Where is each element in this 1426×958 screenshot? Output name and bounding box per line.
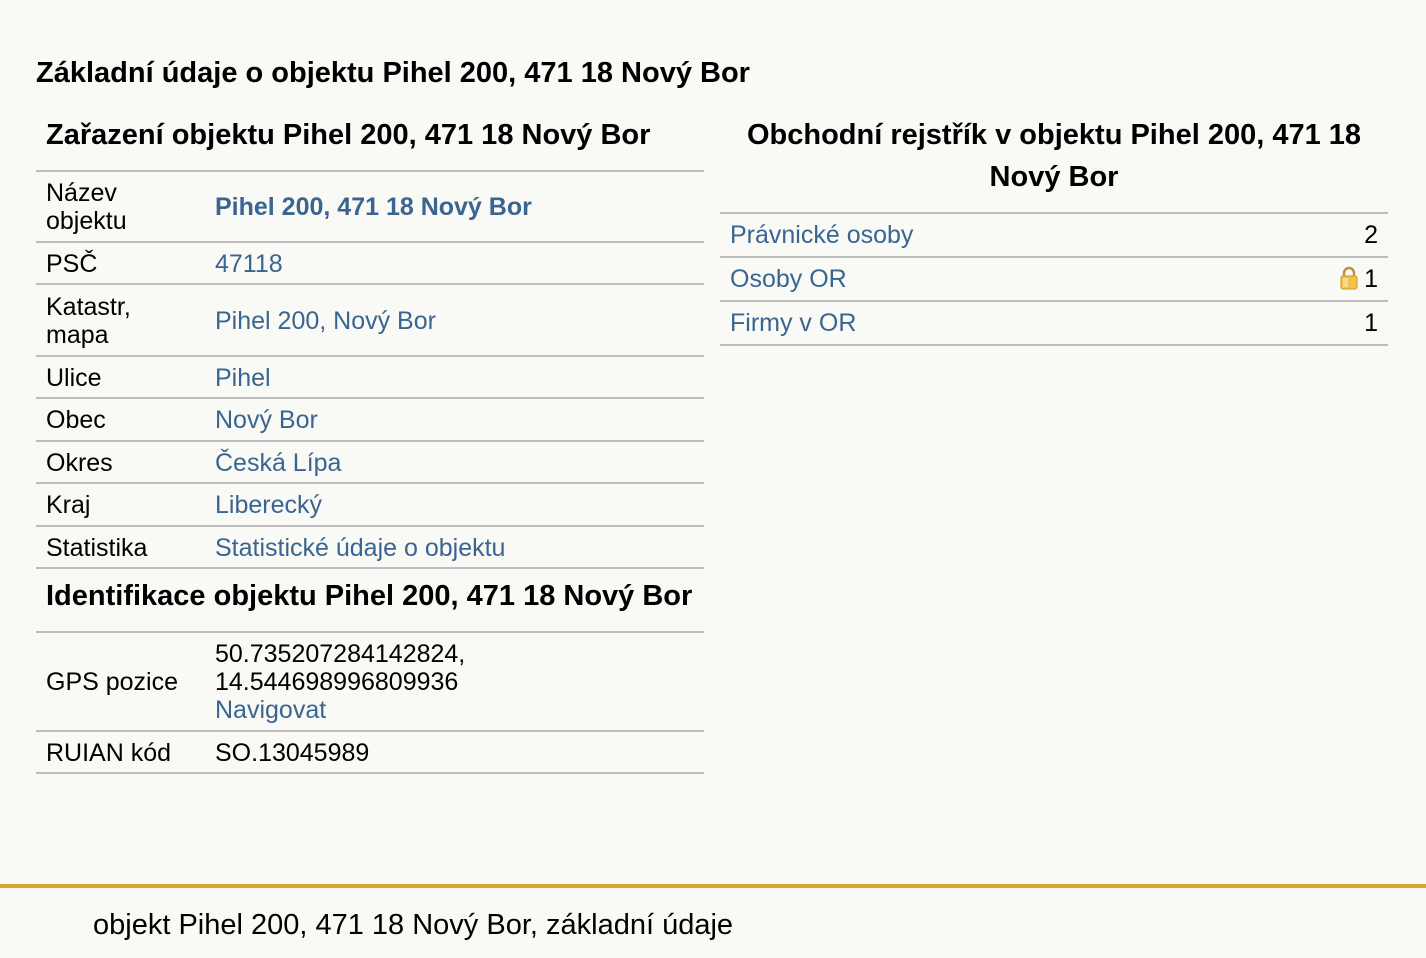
page-title: Základní údaje o objektu Pihel 200, 471 … [36, 57, 750, 89]
persons-or-count-cell: 1 [1248, 257, 1388, 302]
gps-latitude: 50.735207284142824, [215, 640, 466, 668]
table-row: Okres Česká Lípa [36, 441, 704, 484]
legal-entities-link[interactable]: Právnické osoby [730, 221, 913, 249]
gps-longitude: 14.544698996809936 [215, 668, 459, 696]
table-row: Firmy v OR 1 [720, 301, 1388, 346]
ruian-label: RUIAN kód [36, 731, 205, 774]
table-row: PSČ 47118 [36, 242, 704, 285]
region-cell: Liberecký [205, 483, 704, 527]
register-label-cell: Právnické osoby [720, 214, 1248, 258]
firms-or-link[interactable]: Firmy v OR [730, 309, 856, 337]
register-label-cell: Firmy v OR [720, 301, 1248, 346]
left-column: Zařazení objektu Pihel 200, 471 18 Nový … [36, 110, 704, 774]
psc-link[interactable]: 47118 [215, 250, 283, 278]
row-label: Název objektu [36, 172, 205, 243]
object-name-link[interactable]: Pihel 200, 471 18 Nový Bor [215, 193, 532, 221]
row-label: Kraj [36, 483, 205, 527]
table-row: Katastr, mapa Pihel 200, Nový Bor [36, 284, 704, 357]
right-column: Obchodní rejstřík v objektu Pihel 200, 4… [720, 110, 1388, 346]
lock-icon [1340, 266, 1358, 290]
street-link[interactable]: Pihel [215, 364, 271, 392]
psc-cell: 47118 [205, 242, 704, 285]
table-row: Název objektu Pihel 200, 471 18 Nový Bor [36, 172, 704, 243]
footer-text: objekt Pihel 200, 471 18 Nový Bor, zákla… [93, 909, 734, 941]
navigate-link[interactable]: Navigovat [215, 696, 326, 724]
register-label-cell: Osoby OR [720, 257, 1248, 302]
business-register-table: Právnické osoby 2 Osoby OR 1 Firmy v OR … [720, 214, 1388, 346]
business-register-heading: Obchodní rejstřík v objektu Pihel 200, 4… [720, 110, 1388, 214]
classification-heading: Zařazení objektu Pihel 200, 471 18 Nový … [36, 110, 704, 172]
persons-or-count: 1 [1364, 265, 1378, 293]
street-cell: Pihel [205, 356, 704, 399]
table-row: Statistika Statistické údaje o objektu [36, 526, 704, 569]
row-label: PSČ [36, 242, 205, 285]
row-label: Ulice [36, 356, 205, 399]
row-label: Obec [36, 398, 205, 442]
row-label: Katastr, mapa [36, 284, 205, 357]
table-row: GPS pozice 50.735207284142824, 14.544698… [36, 633, 704, 732]
district-cell: Česká Lípa [205, 441, 704, 484]
table-row: Kraj Liberecký [36, 483, 704, 527]
table-row: Ulice Pihel [36, 356, 704, 399]
statistics-link[interactable]: Statistické údaje o objektu [215, 534, 505, 562]
table-row: Obec Nový Bor [36, 398, 704, 442]
identification-heading: Identifikace objektu Pihel 200, 471 18 N… [36, 569, 704, 633]
ruian-value: SO.13045989 [205, 731, 704, 774]
table-row: Osoby OR 1 [720, 257, 1388, 302]
firms-or-count: 1 [1248, 301, 1388, 346]
district-link[interactable]: Česká Lípa [215, 449, 341, 477]
municipality-link[interactable]: Nový Bor [215, 406, 318, 434]
row-label: Okres [36, 441, 205, 484]
footer: objekt Pihel 200, 471 18 Nový Bor, zákla… [0, 884, 1426, 958]
row-label: Statistika [36, 526, 205, 569]
gps-cell: 50.735207284142824, 14.544698996809936 N… [205, 633, 704, 732]
identification-table: GPS pozice 50.735207284142824, 14.544698… [36, 633, 704, 774]
municipality-cell: Nový Bor [205, 398, 704, 442]
statistics-cell: Statistické údaje o objektu [205, 526, 704, 569]
region-link[interactable]: Liberecký [215, 491, 322, 519]
classification-table: Název objektu Pihel 200, 471 18 Nový Bor… [36, 172, 704, 569]
cadastre-map-link[interactable]: Pihel 200, Nový Bor [215, 307, 436, 335]
cadastre-cell: Pihel 200, Nový Bor [205, 284, 704, 357]
object-name-cell: Pihel 200, 471 18 Nový Bor [205, 172, 704, 243]
table-row: Právnické osoby 2 [720, 214, 1388, 258]
gps-label: GPS pozice [36, 633, 205, 732]
legal-entities-count: 2 [1248, 214, 1388, 258]
persons-or-link[interactable]: Osoby OR [730, 265, 847, 293]
table-row: RUIAN kód SO.13045989 [36, 731, 704, 774]
